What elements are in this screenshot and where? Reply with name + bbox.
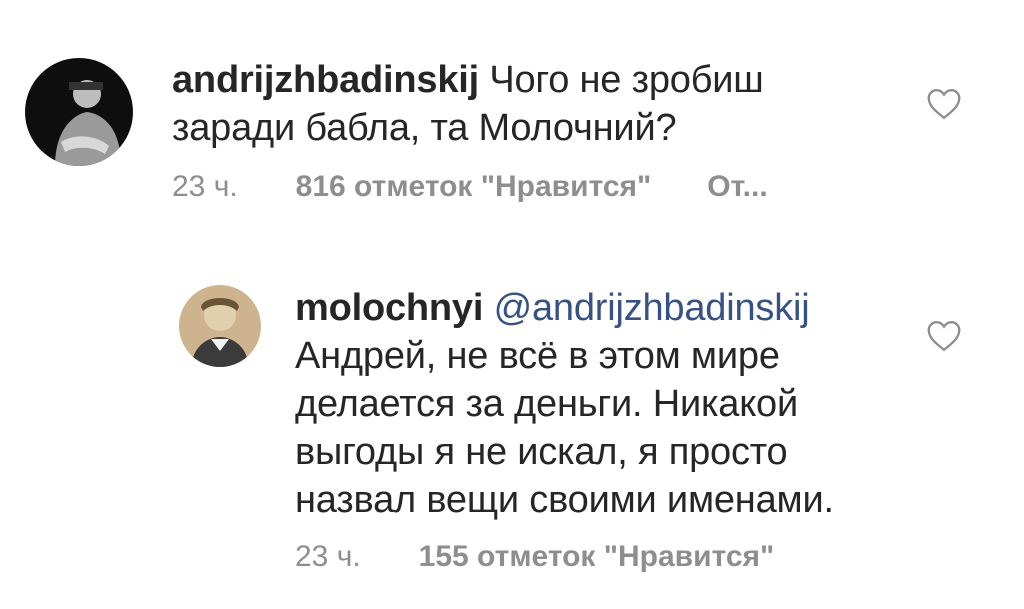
username-link[interactable]: molochnyi bbox=[295, 287, 483, 329]
reply-button[interactable]: От... bbox=[707, 170, 767, 204]
heart-outline-icon bbox=[927, 321, 961, 352]
avatar[interactable] bbox=[25, 58, 133, 166]
like-button[interactable] bbox=[926, 88, 962, 120]
mention-link[interactable]: @andrijzhbadinskij bbox=[494, 287, 810, 329]
comment-text-line: Андрей, не всё в этом мире bbox=[295, 335, 780, 377]
comment-text: molochnyi @andrijzhbadinskij Андрей, не … bbox=[295, 284, 834, 524]
username-link[interactable]: andrijzhbadinskij bbox=[172, 59, 479, 101]
comment-text-line: Чого не зробиш bbox=[489, 59, 764, 101]
timestamp[interactable]: 23 ч. bbox=[172, 170, 238, 204]
likes-count[interactable]: 816 отметок "Нравится" bbox=[296, 170, 652, 204]
avatar[interactable] bbox=[179, 285, 261, 367]
comment-text-line: заради бабла, та Молочний? bbox=[172, 107, 677, 149]
comment-text-line: делается за деньги. Никакой bbox=[295, 383, 799, 425]
comment-text: andrijzhbadinskij Чого не зробиш заради … bbox=[172, 56, 764, 152]
comment-item: andrijzhbadinskij Чого не зробиш заради … bbox=[0, 0, 1024, 240]
likes-count[interactable]: 155 отметок "Нравится" bbox=[419, 540, 775, 574]
comment-meta: 23 ч. 816 отметок "Нравится" От... bbox=[172, 170, 768, 204]
user-avatar-icon bbox=[25, 58, 133, 166]
user-avatar-icon bbox=[179, 285, 261, 367]
timestamp[interactable]: 23 ч. bbox=[295, 540, 361, 574]
heart-outline-icon bbox=[927, 89, 961, 120]
comment-text-line: выгоды я не искал, я просто bbox=[295, 431, 788, 473]
comment-meta: 23 ч. 155 отметок "Нравится" bbox=[295, 540, 774, 574]
like-button[interactable] bbox=[926, 320, 962, 352]
comment-item: molochnyi @andrijzhbadinskij Андрей, не … bbox=[0, 240, 1024, 609]
comment-text-line: назвал вещи своими именами. bbox=[295, 479, 834, 521]
